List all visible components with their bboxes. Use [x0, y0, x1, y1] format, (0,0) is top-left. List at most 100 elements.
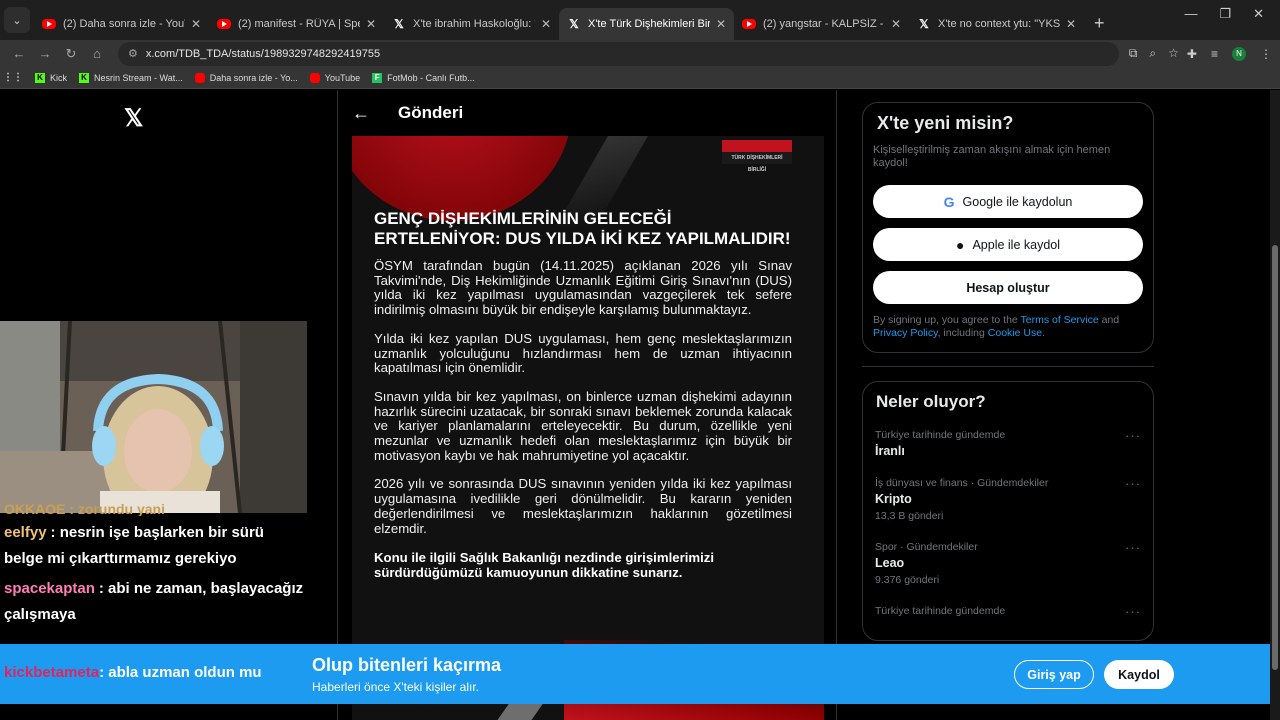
browser-tab[interactable]: (2) manifest - RÜYA | Special D ✕ [209, 8, 384, 40]
address-bar-actions: ⧉ ⌕ ☆ [1129, 46, 1179, 61]
site-settings-icon[interactable]: ⚙ [128, 47, 138, 60]
zoom-icon[interactable]: ⌕ [1149, 46, 1156, 61]
apps-button[interactable]: ⋮⋮ [3, 72, 23, 83]
more-icon[interactable]: ··· [1125, 604, 1141, 619]
trend-topic: Kripto [875, 492, 912, 506]
announcement-paragraph: Sınavın yılda bir kez yapılması, on binl… [374, 388, 792, 463]
trend-item[interactable]: Türkiye tarihinde gündemde İranlı ··· [875, 428, 1141, 460]
cookie-link[interactable]: Cookie Use [988, 327, 1042, 339]
chat-message: eelfyy: nesrin işe başlarken bir sürü be… [4, 520, 304, 572]
trend-category: İş dünyası ve finans · Gündemdekiler [875, 477, 1049, 489]
install-app-icon[interactable]: ⧉ [1129, 46, 1138, 61]
tab-title: X'te ibrahim Haskoloğlu: "Türk [413, 18, 535, 30]
more-icon[interactable]: ··· [1125, 540, 1141, 555]
create-account-button[interactable]: Hesap oluştur [873, 271, 1143, 304]
apple-icon: ● [955, 236, 965, 253]
chat-message: kickbetameta: abla uzman oldun mu [4, 660, 304, 686]
google-signup-button[interactable]: G Google ile kaydolun [873, 185, 1143, 218]
chat-cut-line: OKKAOE : zorundu yani [4, 502, 165, 516]
close-window-icon[interactable]: ✕ [1253, 6, 1264, 22]
toolbar-right: ✚ ≡ N ⋮ [1187, 46, 1272, 61]
button-label: Google ile kaydolun [962, 194, 1073, 209]
close-icon[interactable]: ✕ [891, 17, 901, 31]
bookmark-item[interactable]: K Kick [35, 72, 67, 83]
trend-item[interactable]: Spor · Gündemdekiler Leao 9.376 gönderi … [875, 540, 1141, 588]
tab-title: (2) Daha sonra izle - YouTube [63, 18, 185, 30]
bookmark-item[interactable]: YouTube [309, 72, 361, 83]
back-arrow-icon[interactable]: ← [352, 103, 370, 124]
trends-title: Neler oluyor? [876, 392, 986, 411]
bookmark-star-icon[interactable]: ☆ [1168, 46, 1179, 61]
signup-subtitle: Kişiselleştirilmiş zaman akışını almak i… [873, 144, 1111, 169]
divider [862, 366, 1154, 367]
bookmark-item[interactable]: Daha sonra izle - Yo... [194, 72, 298, 83]
profile-avatar[interactable]: N [1232, 46, 1246, 61]
button-label: Apple ile kaydol [972, 237, 1061, 252]
bookmark-label: YouTube [324, 72, 361, 83]
banner-title: Olup bitenleri kaçırma [312, 655, 502, 675]
terms-and: and [1098, 314, 1120, 326]
tab-search-chevron-icon[interactable]: ⌄ [4, 7, 30, 33]
trend-topic: İranlı [875, 444, 905, 458]
bookmark-label: FotMob - Canlı Futb... [387, 72, 475, 83]
post-image[interactable]: TÜRK DİŞHEKİMLERİ BİRLİĞİ GENÇ DİŞHEKİML… [352, 136, 824, 720]
minimize-icon[interactable]: — [1184, 6, 1197, 22]
trend-count: 13,3 B gönderi [875, 510, 944, 522]
chat-message: spacekaptan: abi ne zaman, başlayacağız … [4, 576, 304, 628]
kick-icon: K [35, 72, 45, 83]
announcement-paragraph: 2026 yılı ve sonrasında DUS sınavının ye… [374, 476, 792, 536]
browser-tab[interactable]: (2) yangstar - KALPSİZ - YouTub ✕ [734, 8, 909, 40]
terms-link[interactable]: Terms of Service [1021, 314, 1099, 326]
more-icon[interactable]: ··· [1125, 428, 1141, 443]
restore-icon[interactable]: ❐ [1219, 6, 1231, 22]
scrollbar-thumb[interactable] [1272, 245, 1278, 670]
media-controls-icon[interactable]: ≡ [1211, 47, 1218, 61]
trend-count: 9.376 gönderi [875, 574, 940, 586]
youtube-icon [42, 19, 56, 29]
browser-tab-bar: ⌄ (2) Daha sonra izle - YouTube ✕ (2) man… [0, 0, 1280, 40]
trends-box: Neler oluyor? Türkiye tarihinde gündemde… [862, 381, 1154, 641]
apple-signup-button[interactable]: ● Apple ile kaydol [873, 228, 1143, 261]
x-icon: 𝕏 [569, 17, 579, 31]
extensions-icon[interactable]: ✚ [1187, 47, 1197, 61]
new-tab-button[interactable]: + [1094, 13, 1105, 34]
banner-subtitle: Haberleri önce X'teki kişiler alır. [312, 680, 480, 694]
close-icon[interactable]: ✕ [366, 17, 376, 31]
reload-icon[interactable]: ↻ [60, 46, 82, 62]
bookmark-item[interactable]: K Nesrin Stream - Wat... [79, 72, 183, 83]
home-icon[interactable]: ⌂ [86, 46, 108, 61]
x-logo-icon[interactable]: 𝕏 [124, 104, 143, 133]
signup-box: X'te yeni misin? Kişiselleştirilmiş zama… [862, 102, 1154, 353]
browser-tab[interactable]: 𝕏 X'te ibrahim Haskoloğlu: "Türk ✕ [384, 8, 559, 40]
close-icon[interactable]: ✕ [191, 17, 201, 31]
address-bar[interactable]: ⚙ x.com/TDB_TDA/status/19893297482924197… [118, 41, 1119, 66]
bookmark-label: Nesrin Stream - Wat... [94, 72, 183, 83]
bookmark-item[interactable]: F FotMob - Canlı Futb... [372, 72, 475, 83]
back-arrow-icon[interactable]: ← [8, 46, 30, 61]
close-icon[interactable]: ✕ [1066, 17, 1076, 31]
trend-item[interactable]: İş dünyası ve finans · Gündemdekiler Kri… [875, 476, 1141, 524]
trend-item[interactable]: Türkiye tarihinde gündemde ··· [875, 604, 1141, 619]
close-icon[interactable]: ✕ [716, 17, 726, 31]
login-button[interactable]: Giriş yap [1014, 660, 1094, 689]
kick-icon: K [79, 72, 90, 83]
menu-kebab-icon[interactable]: ⋮ [1260, 47, 1272, 61]
button-label: Hesap oluştur [966, 280, 1050, 295]
browser-tab-active[interactable]: 𝕏 X'te Türk Dişhekimleri Birliği: "G ✕ [559, 8, 734, 40]
forward-arrow-icon[interactable]: → [34, 46, 56, 61]
privacy-link[interactable]: Privacy Policy [873, 327, 938, 339]
x-icon: 𝕏 [919, 17, 929, 31]
more-icon[interactable]: ··· [1125, 476, 1141, 491]
webcam-overlay [0, 321, 307, 513]
signup-button[interactable]: Kaydol [1104, 660, 1174, 689]
post-column: ← Gönderi TÜRK DİŞHEKİMLERİ BİRLİĞİ GENÇ… [337, 90, 837, 720]
browser-tab[interactable]: 𝕏 X'te no context ytu: "YKS'de 40 ✕ [909, 8, 1084, 40]
browser-tab[interactable]: (2) Daha sonra izle - YouTube ✕ [34, 8, 209, 40]
trend-category: Türkiye tarihinde gündemde [875, 605, 1006, 617]
tab-title: X'te no context ytu: "YKS'de 40 [938, 18, 1060, 30]
page-scrollbar[interactable] [1270, 90, 1280, 720]
close-icon[interactable]: ✕ [541, 17, 551, 31]
apps-grid-icon: ⋮⋮ [3, 72, 23, 83]
announcement-paragraph: ÖSYM tarafından bugün (14.11.2025) açıkl… [374, 258, 792, 318]
chat-text: : abla uzman oldun mu [99, 664, 262, 681]
